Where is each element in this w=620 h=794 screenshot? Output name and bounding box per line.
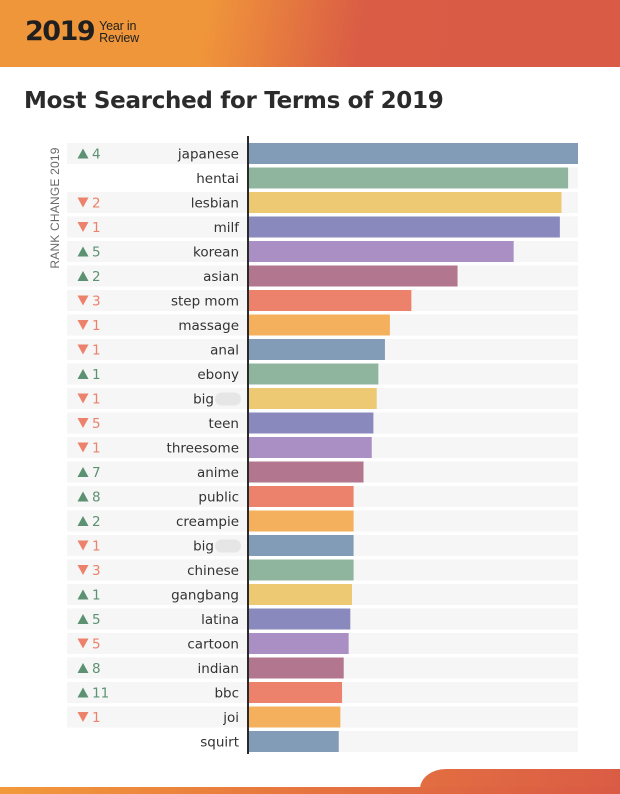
category-label: chinese [187, 563, 239, 579]
rank-change-value: 1 [92, 710, 101, 726]
category-label: lesbian [191, 196, 239, 212]
category-label: milf [214, 220, 241, 236]
rank-change-value: 2 [92, 514, 101, 530]
bar-latina [248, 608, 351, 630]
category-label: japanese [177, 147, 239, 163]
category-label: anal [210, 343, 239, 359]
bar-squirt [248, 731, 339, 752]
bar-big [248, 535, 354, 556]
rank-change-value: 1 [92, 367, 101, 383]
bar-joi [248, 706, 341, 728]
bar-cartoon [248, 633, 349, 654]
bar-hentai [248, 167, 569, 189]
category-label: anime [197, 465, 239, 481]
category-label: gangbang [171, 588, 239, 604]
bar-creampie [248, 510, 354, 532]
bar-anal [248, 339, 385, 360]
category-label: korean [193, 245, 239, 261]
category-label: big [193, 392, 214, 408]
category-label: massage [178, 318, 239, 334]
bar-japanese [248, 143, 578, 164]
bar-anime [248, 461, 364, 483]
category-label: cartoon [187, 637, 239, 653]
bar-gangbang [248, 584, 352, 605]
bar-massage [248, 314, 390, 336]
rank-change-value: 1 [92, 343, 101, 359]
category-label: step mom [171, 294, 239, 310]
category-label: teen [209, 416, 239, 432]
rank-change-value: 5 [92, 637, 101, 653]
bar-indian [248, 657, 344, 679]
category-label: creampie [176, 514, 239, 530]
bar-asian [248, 265, 458, 287]
bar-ebony [248, 363, 379, 385]
bar-milf [248, 216, 560, 238]
rank-change-value: 5 [92, 416, 101, 432]
rank-change-value: 2 [92, 196, 101, 212]
redacted-blur [215, 392, 241, 406]
footer-bar [0, 787, 620, 794]
rank-change-value: 8 [92, 661, 101, 677]
category-label: indian [198, 661, 239, 677]
rank-change-value: 1 [92, 318, 101, 334]
bar-chart: 4 japanese hentai 2 lesbian 1 milf 5 korean 2 asia… [67, 136, 578, 754]
redacted-blur [215, 539, 241, 553]
bar-lesbian [248, 192, 562, 213]
rank-change-value: 1 [92, 588, 101, 604]
rank-change-value: 5 [92, 245, 101, 261]
bar-public [248, 486, 354, 507]
category-label: latina [201, 612, 239, 628]
rank-change-value: 1 [92, 220, 101, 236]
rank-change-value: 8 [92, 490, 101, 506]
category-label: ebony [197, 367, 239, 383]
category-label: asian [203, 269, 239, 285]
category-label: big [193, 539, 214, 555]
category-label: joi [222, 710, 239, 726]
bar-bbc [248, 682, 343, 703]
bar-step-mom [248, 290, 412, 311]
rank-change-value: 7 [92, 465, 101, 481]
category-label: squirt [200, 735, 239, 751]
rank-change-value: 11 [92, 686, 109, 702]
rank-change-value: 1 [92, 441, 101, 457]
bar-threesome [248, 437, 372, 458]
rank-change-value: 3 [92, 563, 101, 579]
category-label: bbc [214, 686, 239, 702]
bar-teen [248, 412, 374, 434]
bar-korean [248, 241, 514, 262]
bar-big [248, 388, 377, 409]
rank-change-value: 3 [92, 294, 101, 310]
category-label: public [198, 490, 239, 506]
bar-chinese [248, 559, 354, 581]
rank-change-value: 1 [92, 392, 101, 408]
category-label: hentai [196, 171, 239, 187]
rank-change-value: 2 [92, 269, 101, 285]
category-label: threesome [167, 441, 239, 457]
rank-change-value: 4 [92, 147, 101, 163]
rank-change-value: 5 [92, 612, 101, 628]
rank-change-value: 1 [92, 539, 101, 555]
